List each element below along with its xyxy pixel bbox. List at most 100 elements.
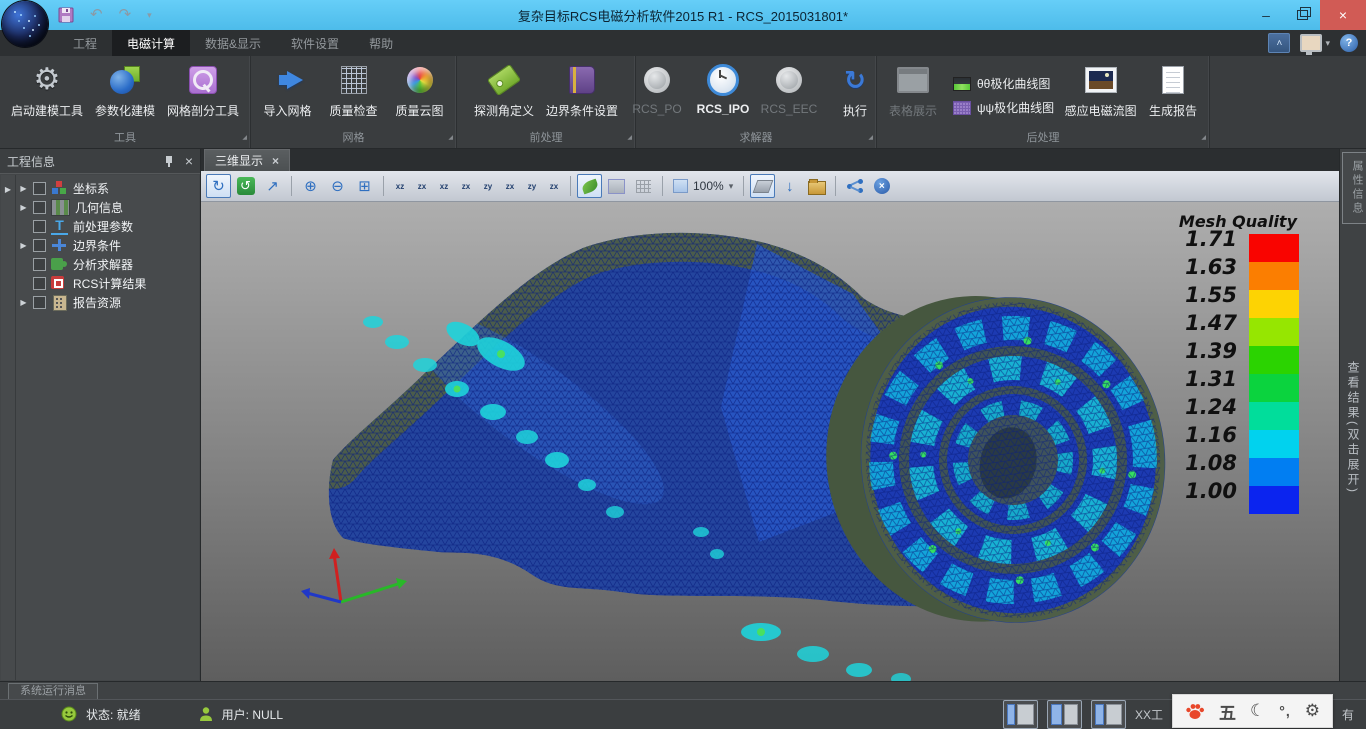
folder-icon bbox=[808, 181, 826, 195]
zoom-in-button[interactable]: ⊕ bbox=[298, 174, 323, 198]
ime-punctuation-icon[interactable]: °, bbox=[1279, 703, 1291, 719]
wireframe-mode-button[interactable] bbox=[631, 174, 656, 198]
rcs-ipo-button[interactable]: RCS_IPO bbox=[691, 60, 755, 131]
checkbox[interactable] bbox=[33, 182, 46, 195]
legend-color-band bbox=[1249, 318, 1299, 346]
expander-icon[interactable]: ▶ bbox=[19, 241, 28, 250]
drop-view-button[interactable]: ↓ bbox=[777, 174, 802, 198]
leaf-icon bbox=[580, 178, 599, 194]
tree-item-preprocess-params[interactable]: T 前处理参数 bbox=[16, 217, 199, 236]
undo-icon[interactable]: ↶ bbox=[90, 8, 103, 22]
quality-contour-button[interactable]: 质量云图 bbox=[388, 60, 452, 131]
tab-close-icon[interactable]: × bbox=[272, 156, 279, 166]
ime-settings-gear-icon[interactable]: ⚙ bbox=[1305, 701, 1320, 721]
tree-item-rcs-results[interactable]: RCS计算结果 bbox=[16, 274, 199, 293]
view-orientation-button[interactable]: xz bbox=[390, 176, 410, 196]
boundary-condition-settings-button[interactable]: 边界条件设置 bbox=[541, 60, 623, 131]
moon-icon[interactable]: ☾ bbox=[1250, 701, 1265, 721]
tab-help[interactable]: 帮助 bbox=[354, 30, 408, 56]
checkbox[interactable] bbox=[33, 201, 46, 214]
share-view-button[interactable] bbox=[842, 174, 867, 198]
help-button[interactable]: ? bbox=[1340, 34, 1358, 52]
layout-split-button[interactable] bbox=[1047, 700, 1082, 729]
display-style-button[interactable]: ▾ bbox=[1300, 34, 1330, 52]
dialog-launcher-icon[interactable]: ◢ bbox=[627, 131, 632, 146]
checkbox[interactable] bbox=[33, 258, 46, 271]
psi-polarization-curve-button[interactable]: ψψ极化曲线图 bbox=[953, 99, 1054, 116]
collapse-ribbon-button[interactable]: ˄ bbox=[1268, 33, 1290, 53]
redo-icon[interactable]: ↷ bbox=[119, 8, 132, 22]
flat-mode-button[interactable] bbox=[604, 174, 629, 198]
layout-left-panel-button[interactable] bbox=[1003, 700, 1038, 729]
legend-color-band bbox=[1249, 430, 1299, 458]
generate-report-button[interactable]: 生成报告 bbox=[1141, 60, 1205, 131]
pin-icon[interactable] bbox=[163, 155, 175, 167]
checkbox[interactable] bbox=[33, 239, 46, 252]
zoom-level-control[interactable]: 100% ▾ bbox=[669, 175, 737, 197]
layers-button[interactable] bbox=[804, 174, 829, 198]
expander-icon[interactable]: ▶ bbox=[19, 184, 28, 193]
pan-tool-button[interactable]: ↗ bbox=[260, 174, 285, 198]
group-label-postprocessing: 后处理◢ bbox=[877, 131, 1209, 148]
view-orientation-button[interactable]: zy bbox=[478, 176, 498, 196]
view-orientation-button[interactable]: zx bbox=[412, 176, 432, 196]
dialog-launcher-icon[interactable]: ◢ bbox=[868, 131, 873, 146]
expander-icon[interactable]: ▶ bbox=[19, 203, 28, 212]
system-messages-tab[interactable]: 系统运行消息 bbox=[8, 683, 98, 699]
layout-bottom-panel-button[interactable] bbox=[1091, 700, 1126, 729]
checkbox[interactable] bbox=[33, 220, 46, 233]
app-logo-icon[interactable] bbox=[2, 1, 48, 47]
tree-item-report-resources[interactable]: ▶ 报告资源 bbox=[16, 293, 199, 312]
mesh-partition-tool-button[interactable]: 网格剖分工具 bbox=[162, 60, 244, 131]
tree-item-analysis-solver[interactable]: 分析求解器 bbox=[16, 255, 199, 274]
zoom-out-button[interactable]: ⊖ bbox=[325, 174, 350, 198]
3d-viewport[interactable]: Mesh Quality 1.71 1.63 1.55 1.47 1.39 1.… bbox=[201, 202, 1339, 681]
view-orientation-button[interactable]: zx bbox=[544, 176, 564, 196]
theta-polarization-curve-button[interactable]: θθ极化曲线图 bbox=[953, 75, 1054, 92]
induced-em-current-map-button[interactable]: 感应电磁流图 bbox=[1062, 60, 1139, 131]
minimize-button[interactable]: – bbox=[1248, 0, 1284, 30]
close-button[interactable]: × bbox=[1320, 0, 1366, 30]
close-view-button[interactable]: × bbox=[869, 174, 894, 198]
qat-dropdown-icon[interactable]: ▾ bbox=[147, 8, 152, 22]
expander-icon[interactable]: ▶ bbox=[19, 298, 28, 307]
root-expander-icon[interactable]: ▶ bbox=[5, 185, 11, 194]
dot-grid-icon bbox=[636, 180, 651, 193]
checkbox[interactable] bbox=[33, 277, 46, 290]
zoom-fit-button[interactable]: ⊞ bbox=[352, 174, 377, 198]
view-orientation-button[interactable]: zx bbox=[500, 176, 520, 196]
tab-software-settings[interactable]: 软件设置 bbox=[276, 30, 354, 56]
checkbox[interactable] bbox=[33, 296, 46, 309]
refresh-view-button[interactable]: ↺ bbox=[233, 174, 258, 198]
ime-wubi-mode[interactable]: 五 bbox=[1219, 699, 1236, 724]
quality-check-button[interactable]: 质量检查 bbox=[322, 60, 386, 131]
tab-data-display[interactable]: 数据&显示 bbox=[190, 30, 276, 56]
tab-3d-display[interactable]: 三维显示 × bbox=[204, 149, 290, 171]
tab-em-computation[interactable]: 电磁计算 bbox=[112, 30, 190, 56]
shaded-mode-button[interactable] bbox=[577, 174, 602, 198]
project-panel-header: 工程信息 × bbox=[0, 149, 200, 174]
tab-engineering[interactable]: 工程 bbox=[58, 30, 112, 56]
save-icon[interactable] bbox=[58, 7, 74, 23]
dialog-launcher-icon[interactable]: ◢ bbox=[242, 131, 247, 146]
dialog-launcher-icon[interactable]: ◢ bbox=[448, 131, 453, 146]
tree-item-coordinate-system[interactable]: ▶ 坐标系 bbox=[16, 179, 199, 198]
ime-paw-icon[interactable] bbox=[1185, 702, 1205, 720]
probe-angle-definition-button[interactable]: 探测角定义 bbox=[469, 60, 539, 131]
restore-button[interactable] bbox=[1284, 0, 1320, 30]
launch-modeling-tool-button[interactable]: ⚙ 启动建模工具 bbox=[6, 60, 88, 131]
group-label-mesh: 网格◢ bbox=[251, 131, 456, 148]
tree-item-boundary-conditions[interactable]: ▶ 边界条件 bbox=[16, 236, 199, 255]
dialog-launcher-icon[interactable]: ◢ bbox=[1201, 131, 1206, 146]
tree-item-geometry-info[interactable]: ▶ 几何信息 bbox=[16, 198, 199, 217]
panel-close-icon[interactable]: × bbox=[185, 155, 193, 167]
parametric-modeling-button[interactable]: 参数化建模 bbox=[90, 60, 160, 131]
view-orientation-button[interactable]: zx bbox=[456, 176, 476, 196]
perspective-button[interactable] bbox=[750, 174, 775, 198]
property-info-tab[interactable]: 属性信息 bbox=[1342, 152, 1366, 224]
view-orientation-button[interactable]: zy bbox=[522, 176, 542, 196]
rotate-tool-button[interactable]: ↻ bbox=[206, 174, 231, 198]
import-mesh-button[interactable]: 导入网格 bbox=[256, 60, 320, 131]
view-results-tab[interactable]: 查看结果(双击展开) bbox=[1345, 361, 1362, 495]
view-orientation-button[interactable]: xz bbox=[434, 176, 454, 196]
